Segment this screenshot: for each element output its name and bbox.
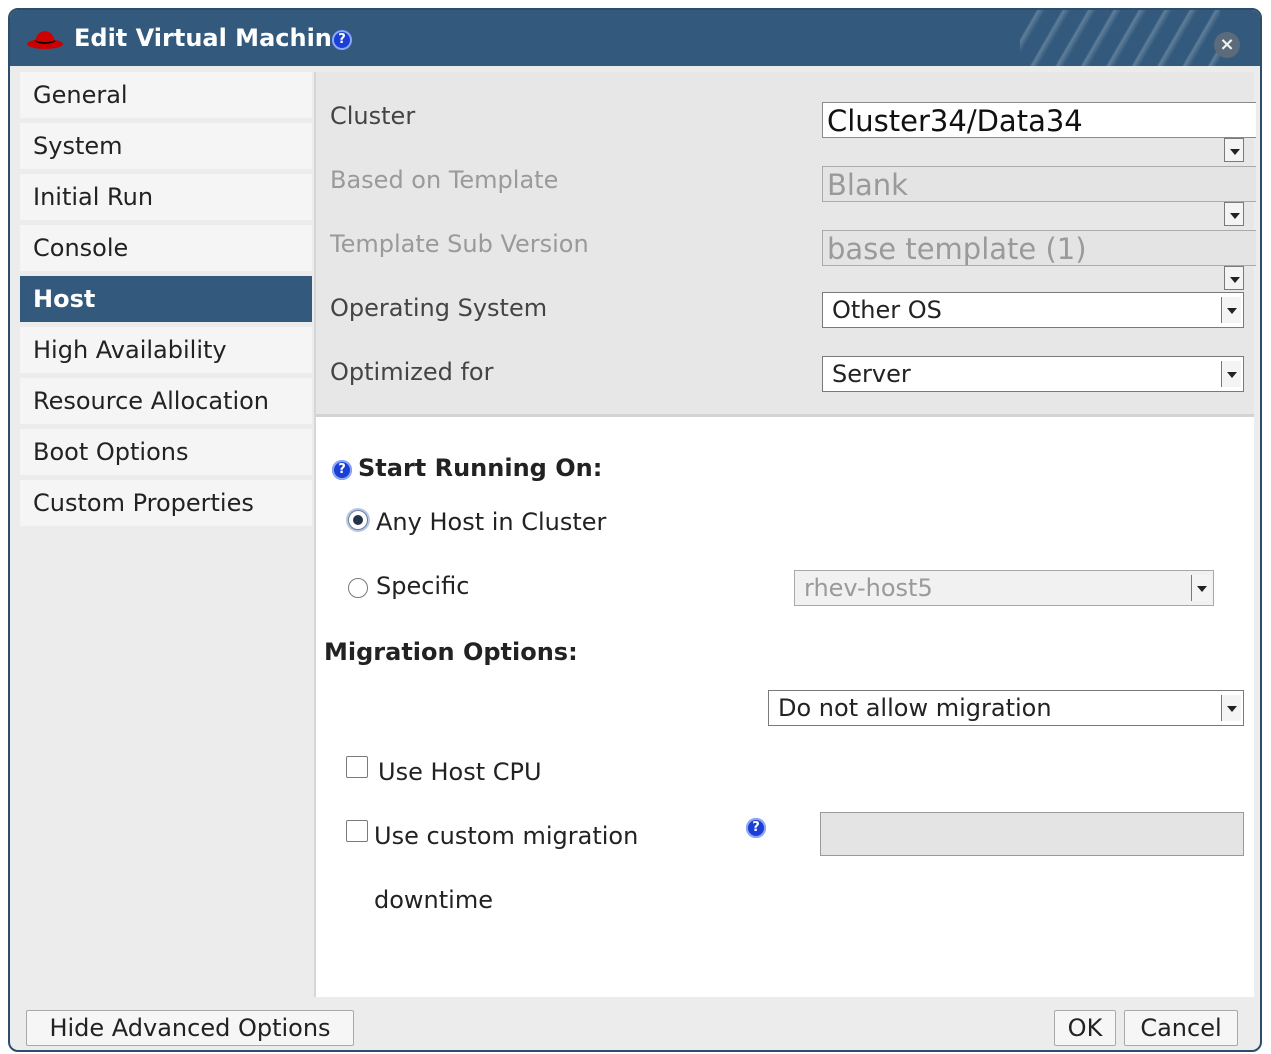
subversion-dropdown-arrow-icon (1224, 266, 1244, 290)
custom-downtime-input (820, 812, 1244, 856)
specific-host-radio[interactable] (348, 578, 368, 598)
sidebar-item-console[interactable]: Console (20, 225, 312, 271)
dialog-titlebar[interactable]: Edit Virtual Machine ? × (10, 10, 1260, 66)
ok-button[interactable]: OK (1054, 1010, 1116, 1046)
chevron-down-icon[interactable] (1221, 361, 1241, 387)
sidebar-item-general[interactable]: General (20, 72, 312, 118)
title-help-icon[interactable]: ? (332, 30, 352, 50)
hide-advanced-options-button[interactable]: Hide Advanced Options (26, 1010, 354, 1046)
optimized-select[interactable]: Server (822, 356, 1244, 392)
specific-host-value: rhev-host5 (804, 574, 933, 602)
cluster-dropdown-arrow-icon[interactable] (1224, 138, 1244, 162)
chevron-down-icon (1191, 575, 1211, 601)
subversion-select: base template (1) (822, 230, 1256, 266)
edit-vm-dialog: Edit Virtual Machine ? × General System … (8, 8, 1262, 1052)
specific-host-select: rhev-host5 (794, 570, 1214, 606)
redhat-logo-icon (27, 31, 63, 49)
specific-host-label[interactable]: Specific (376, 572, 469, 600)
dialog-title: Edit Virtual Machine (74, 24, 349, 52)
sidebar-item-system[interactable]: System (20, 123, 312, 169)
titlebar-decoration (1020, 10, 1220, 66)
any-host-label[interactable]: Any Host in Cluster (376, 508, 606, 536)
host-tab-content: Cluster Cluster34/Data34 Based on Templa… (314, 72, 1256, 997)
migration-mode-select[interactable]: Do not allow migration (768, 690, 1244, 726)
optimized-label: Optimized for (330, 358, 494, 386)
os-label: Operating System (330, 294, 548, 322)
any-host-radio[interactable] (348, 510, 368, 530)
optimized-select-value: Server (832, 360, 911, 388)
general-settings-panel: Cluster Cluster34/Data34 Based on Templa… (316, 72, 1256, 417)
template-select: Blank (822, 166, 1256, 202)
sidebar-item-custom-properties[interactable]: Custom Properties (20, 480, 312, 526)
migration-options-title: Migration Options: (324, 638, 578, 666)
cancel-button[interactable]: Cancel (1124, 1010, 1238, 1046)
sidebar: General System Initial Run Console Host … (20, 72, 312, 997)
cluster-label: Cluster (330, 102, 416, 130)
subversion-label: Template Sub Version (330, 230, 589, 258)
os-select-value: Other OS (832, 296, 942, 324)
sidebar-item-resource-allocation[interactable]: Resource Allocation (20, 378, 312, 424)
sidebar-item-host[interactable]: Host (20, 276, 312, 322)
sidebar-item-boot-options[interactable]: Boot Options (20, 429, 312, 475)
template-label: Based on Template (330, 166, 559, 194)
start-running-help-icon[interactable]: ? (332, 460, 352, 480)
cluster-select[interactable]: Cluster34/Data34 (822, 102, 1256, 138)
migration-mode-value: Do not allow migration (778, 694, 1052, 722)
custom-downtime-help-icon[interactable]: ? (746, 818, 766, 838)
chevron-down-icon[interactable] (1221, 695, 1241, 721)
custom-downtime-checkbox[interactable] (346, 820, 368, 842)
custom-downtime-label-line2: downtime (374, 886, 493, 914)
start-running-title: Start Running On: (358, 454, 603, 482)
use-host-cpu-checkbox[interactable] (346, 756, 368, 778)
chevron-down-icon[interactable] (1221, 297, 1241, 323)
sidebar-item-high-availability[interactable]: High Availability (20, 327, 312, 373)
os-select[interactable]: Other OS (822, 292, 1244, 328)
custom-downtime-label[interactable]: Use custom migration (374, 822, 638, 850)
sidebar-item-initial-run[interactable]: Initial Run (20, 174, 312, 220)
use-host-cpu-label[interactable]: Use Host CPU (378, 758, 542, 786)
close-icon[interactable]: × (1214, 32, 1240, 58)
template-dropdown-arrow-icon (1224, 202, 1244, 226)
